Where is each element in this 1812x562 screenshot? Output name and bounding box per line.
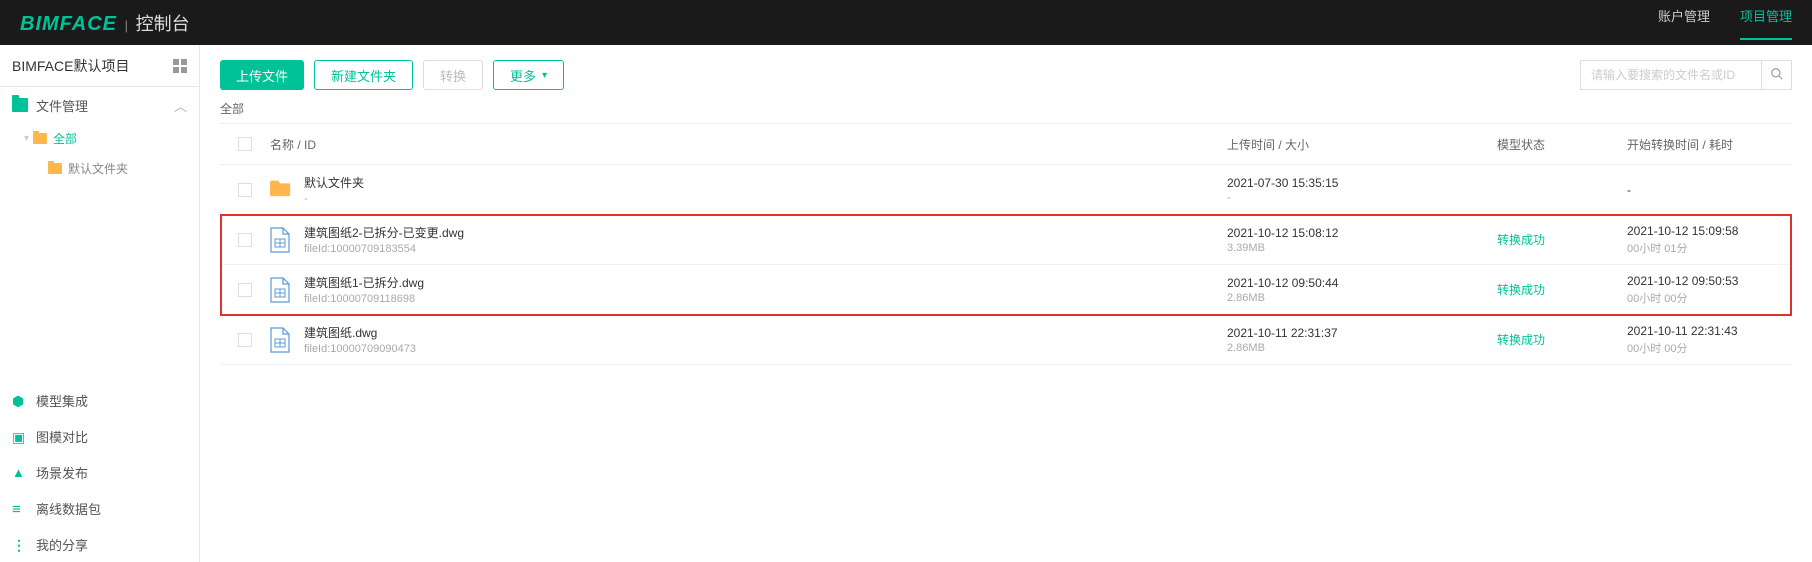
database-icon xyxy=(12,501,28,515)
caret-down-icon: ▾ xyxy=(24,133,29,144)
caret-down-icon: ▾ xyxy=(542,70,547,81)
file-id: fileId:10000709118698 xyxy=(304,293,424,305)
sidebar-item-offline[interactable]: 离线数据包 xyxy=(0,490,199,526)
file-name: 建筑图纸.dwg xyxy=(304,324,416,341)
convert-time: 2021-10-12 09:50:53 xyxy=(1627,274,1792,288)
scene-icon xyxy=(12,465,28,479)
status-badge: 转换成功 xyxy=(1497,283,1545,297)
upload-time: 2021-10-11 22:31:37 xyxy=(1227,326,1497,340)
sidebar-label: 我的分享 xyxy=(36,535,88,554)
file-table: 名称 / ID 上传时间 / 大小 模型状态 开始转换时间 / 耗时 默认文件夹… xyxy=(220,123,1792,365)
col-time: 上传时间 / 大小 xyxy=(1227,136,1497,153)
more-label: 更多 xyxy=(510,66,536,85)
share-icon xyxy=(12,537,28,551)
table-row[interactable]: 默认文件夹 - 2021-07-30 15:35:15 - - xyxy=(220,165,1792,215)
app-header: BIMFACE | 控制台 账户管理 项目管理 xyxy=(0,0,1812,45)
col-status: 模型状态 xyxy=(1497,136,1627,153)
convert-button: 转换 xyxy=(423,60,483,90)
upload-time: 2021-10-12 09:50:44 xyxy=(1227,276,1497,290)
compare-icon xyxy=(12,429,28,443)
status-badge: 转换成功 xyxy=(1497,233,1545,247)
file-size: 2.86MB xyxy=(1227,292,1497,304)
convert-duration: 00小时 00分 xyxy=(1627,290,1792,306)
grid-icon[interactable] xyxy=(173,59,187,73)
logo-separator: | xyxy=(125,18,128,33)
file-id: fileId:10000709183554 xyxy=(304,243,464,255)
upload-time: 2021-10-12 15:08:12 xyxy=(1227,226,1497,240)
tree-label: 全部 xyxy=(53,130,77,147)
new-folder-button[interactable]: 新建文件夹 xyxy=(314,60,413,90)
convert-duration: 00小时 00分 xyxy=(1627,340,1792,356)
table-row[interactable]: 建筑图纸.dwg fileId:10000709090473 2021-10-11 … xyxy=(220,315,1792,365)
col-name: 名称 / ID xyxy=(270,136,1227,153)
sidebar-label: 场景发布 xyxy=(36,463,88,482)
convert-time: 2021-10-11 22:31:43 xyxy=(1627,324,1792,338)
project-name: BIMFACE默认项目 xyxy=(12,56,173,76)
file-name: 建筑图纸2-已拆分-已变更.dwg xyxy=(304,224,464,241)
file-size: - xyxy=(1227,192,1497,204)
select-all-checkbox[interactable] xyxy=(238,137,252,151)
col-convert: 开始转换时间 / 耗时 xyxy=(1627,136,1792,153)
logo: BIMFACE | 控制台 xyxy=(20,10,190,36)
row-checkbox[interactable] xyxy=(238,333,252,347)
toolbar: 上传文件 新建文件夹 转换 更多 ▾ xyxy=(220,60,1792,90)
folder-icon xyxy=(12,98,28,112)
upload-button[interactable]: 上传文件 xyxy=(220,60,304,90)
upload-time: 2021-07-30 15:35:15 xyxy=(1227,176,1497,190)
status-badge: 转换成功 xyxy=(1497,333,1545,347)
table-row[interactable]: 建筑图纸2-已拆分-已变更.dwg fileId:10000709183554 20… xyxy=(220,215,1792,265)
search-icon xyxy=(1770,67,1784,81)
dwg-file-icon xyxy=(270,227,292,253)
file-id: - xyxy=(304,193,364,205)
sidebar-label: 图模对比 xyxy=(36,427,88,446)
row-checkbox[interactable] xyxy=(238,283,252,297)
tree-item-default[interactable]: 默认文件夹 xyxy=(0,153,199,183)
nav-account[interactable]: 账户管理 xyxy=(1658,6,1710,40)
table-header: 名称 / ID 上传时间 / 大小 模型状态 开始转换时间 / 耗时 xyxy=(220,123,1792,165)
dwg-file-icon xyxy=(270,327,292,353)
convert-time: - xyxy=(1627,183,1792,197)
file-name: 建筑图纸1-已拆分.dwg xyxy=(304,274,424,291)
file-size: 3.39MB xyxy=(1227,242,1497,254)
convert-time: 2021-10-12 15:09:58 xyxy=(1627,224,1792,238)
sidebar-label: 文件管理 xyxy=(36,96,88,115)
row-checkbox[interactable] xyxy=(238,183,252,197)
file-name: 默认文件夹 xyxy=(304,174,364,191)
dwg-file-icon xyxy=(270,277,292,303)
tree-item-all[interactable]: ▾ 全部 xyxy=(0,123,199,153)
convert-duration: 00小时 01分 xyxy=(1627,240,1792,256)
sidebar-item-files[interactable]: 文件管理 ︿ xyxy=(0,87,199,123)
header-nav: 账户管理 项目管理 xyxy=(1658,6,1792,40)
folder-icon xyxy=(270,177,292,203)
sidebar-item-share[interactable]: 我的分享 xyxy=(0,526,199,562)
logo-subtitle: 控制台 xyxy=(136,14,190,34)
chevron-up-icon: ︿ xyxy=(174,96,187,115)
project-header: BIMFACE默认项目 xyxy=(0,45,199,87)
file-id: fileId:10000709090473 xyxy=(304,343,416,355)
sidebar: BIMFACE默认项目 文件管理 ︿ ▾ 全部 默认文件夹 模型集成 xyxy=(0,45,200,562)
nav-project[interactable]: 项目管理 xyxy=(1740,6,1792,40)
sidebar-item-compare[interactable]: 图模对比 xyxy=(0,418,199,454)
more-button[interactable]: 更多 ▾ xyxy=(493,60,564,90)
folder-icon xyxy=(33,133,47,144)
folder-icon xyxy=(48,163,62,174)
sidebar-item-model[interactable]: 模型集成 xyxy=(0,382,199,418)
logo-text: BIMFACE xyxy=(20,13,117,35)
search-button[interactable] xyxy=(1761,61,1791,89)
sidebar-label: 模型集成 xyxy=(36,391,88,410)
file-size: 2.86MB xyxy=(1227,342,1497,354)
row-checkbox[interactable] xyxy=(238,233,252,247)
table-row[interactable]: 建筑图纸1-已拆分.dwg fileId:10000709118698 2021-1… xyxy=(220,265,1792,315)
sidebar-item-scene[interactable]: 场景发布 xyxy=(0,454,199,490)
cube-icon xyxy=(12,393,28,407)
tree-label: 默认文件夹 xyxy=(68,160,128,177)
breadcrumb: 全部 xyxy=(220,100,1792,117)
sidebar-label: 离线数据包 xyxy=(36,499,101,518)
search-box xyxy=(1580,60,1792,90)
main-content: 上传文件 新建文件夹 转换 更多 ▾ 全部 名称 / ID 上传时间 / 大小 xyxy=(200,45,1812,562)
search-input[interactable] xyxy=(1581,68,1761,82)
